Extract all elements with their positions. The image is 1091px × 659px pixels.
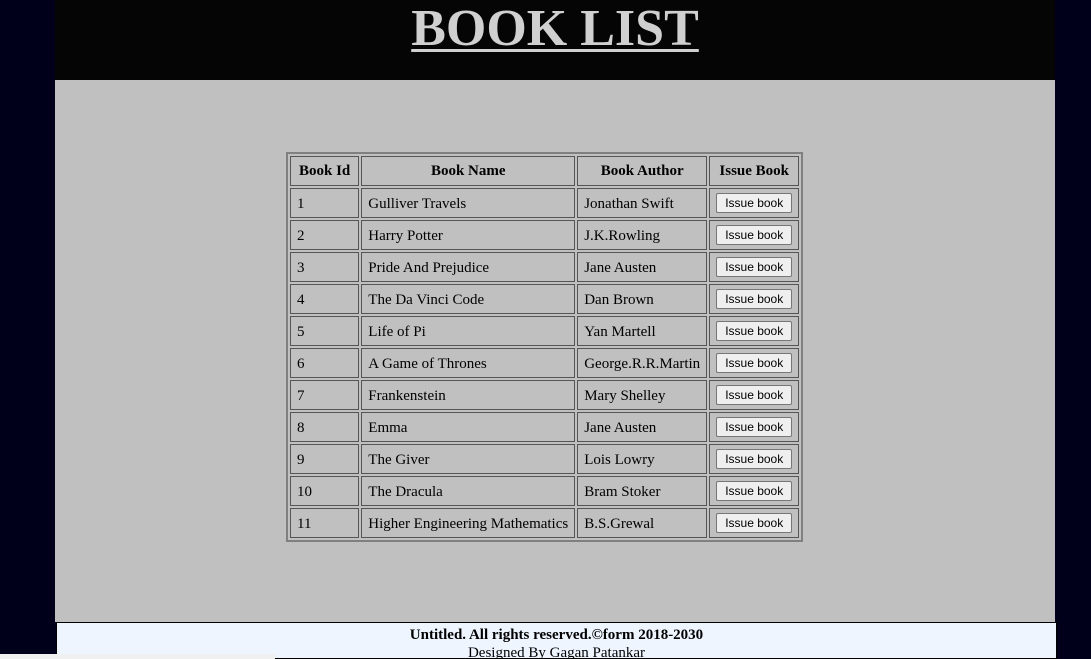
table-row: 2 Harry Potter J.K.Rowling Issue book xyxy=(290,220,800,250)
table-row: 5 Life of Pi Yan Martell Issue book xyxy=(290,316,800,346)
table-header-row: Book Id Book Name Book Author Issue Book xyxy=(290,156,800,186)
book-id-cell: 9 xyxy=(290,444,360,474)
table-row: 11 Higher Engineering Mathematics B.S.Gr… xyxy=(290,508,800,538)
book-author-cell: Mary Shelley xyxy=(577,380,708,410)
main-content: Book Id Book Name Book Author Issue Book… xyxy=(55,80,1055,622)
issue-book-cell: Issue book xyxy=(709,220,800,250)
issue-book-button[interactable]: Issue book xyxy=(716,321,793,341)
book-id-cell: 1 xyxy=(290,188,360,218)
issue-book-cell: Issue book xyxy=(709,444,800,474)
book-author-cell: Lois Lowry xyxy=(577,444,708,474)
book-id-cell: 7 xyxy=(290,380,360,410)
book-id-cell: 8 xyxy=(290,412,360,442)
book-name-cell: The Giver xyxy=(361,444,576,474)
page-title: BOOK LIST xyxy=(411,0,699,57)
issue-book-cell: Issue book xyxy=(709,508,800,538)
book-id-cell: 5 xyxy=(290,316,360,346)
book-name-cell: The Da Vinci Code xyxy=(361,284,576,314)
book-author-cell: Jane Austen xyxy=(577,412,708,442)
book-name-cell: Pride And Prejudice xyxy=(361,252,576,282)
book-name-cell: Gulliver Travels xyxy=(361,188,576,218)
bottom-scrollbar[interactable] xyxy=(0,654,275,659)
issue-book-button[interactable]: Issue book xyxy=(716,289,793,309)
column-header-issue-book: Issue Book xyxy=(709,156,800,186)
issue-book-cell: Issue book xyxy=(709,412,800,442)
book-name-cell: Higher Engineering Mathematics xyxy=(361,508,576,538)
book-name-cell: Life of Pi xyxy=(361,316,576,346)
table-row: 3 Pride And Prejudice Jane Austen Issue … xyxy=(290,252,800,282)
book-author-cell: Bram Stoker xyxy=(577,476,708,506)
book-author-cell: Jonathan Swift xyxy=(577,188,708,218)
column-header-book-id: Book Id xyxy=(290,156,360,186)
header: BOOK LIST xyxy=(55,0,1055,80)
issue-book-button[interactable]: Issue book xyxy=(716,353,793,373)
issue-book-cell: Issue book xyxy=(709,284,800,314)
book-name-cell: Harry Potter xyxy=(361,220,576,250)
table-row: 8 Emma Jane Austen Issue book xyxy=(290,412,800,442)
book-id-cell: 6 xyxy=(290,348,360,378)
book-id-cell: 3 xyxy=(290,252,360,282)
table-row: 1 Gulliver Travels Jonathan Swift Issue … xyxy=(290,188,800,218)
book-id-cell: 4 xyxy=(290,284,360,314)
table-row: 7 Frankenstein Mary Shelley Issue book xyxy=(290,380,800,410)
issue-book-cell: Issue book xyxy=(709,348,800,378)
issue-book-button[interactable]: Issue book xyxy=(716,417,793,437)
book-author-cell: Jane Austen xyxy=(577,252,708,282)
book-author-cell: George.R.R.Martin xyxy=(577,348,708,378)
book-id-cell: 2 xyxy=(290,220,360,250)
book-author-cell: B.S.Grewal xyxy=(577,508,708,538)
issue-book-button[interactable]: Issue book xyxy=(716,193,793,213)
table-row: 6 A Game of Thrones George.R.R.Martin Is… xyxy=(290,348,800,378)
table-row: 10 The Dracula Bram Stoker Issue book xyxy=(290,476,800,506)
book-table: Book Id Book Name Book Author Issue Book… xyxy=(286,152,804,542)
book-name-cell: A Game of Thrones xyxy=(361,348,576,378)
issue-book-button[interactable]: Issue book xyxy=(716,385,793,405)
issue-book-cell: Issue book xyxy=(709,188,800,218)
book-name-cell: Frankenstein xyxy=(361,380,576,410)
book-author-cell: Yan Martell xyxy=(577,316,708,346)
issue-book-button[interactable]: Issue book xyxy=(716,481,793,501)
page: BOOK LIST Book Id Book Name Book Author … xyxy=(55,0,1057,659)
issue-book-cell: Issue book xyxy=(709,476,800,506)
issue-book-cell: Issue book xyxy=(709,380,800,410)
table-row: 9 The Giver Lois Lowry Issue book xyxy=(290,444,800,474)
book-id-cell: 10 xyxy=(290,476,360,506)
issue-book-button[interactable]: Issue book xyxy=(716,225,793,245)
book-id-cell: 11 xyxy=(290,508,360,538)
issue-book-button[interactable]: Issue book xyxy=(716,257,793,277)
book-author-cell: J.K.Rowling xyxy=(577,220,708,250)
footer-copyright: Untitled. All rights reserved.©form 2018… xyxy=(409,627,704,643)
issue-book-button[interactable]: Issue book xyxy=(716,513,793,533)
issue-book-cell: Issue book xyxy=(709,252,800,282)
column-header-book-name: Book Name xyxy=(361,156,576,186)
table-row: 4 The Da Vinci Code Dan Brown Issue book xyxy=(290,284,800,314)
issue-book-cell: Issue book xyxy=(709,316,800,346)
book-author-cell: Dan Brown xyxy=(577,284,708,314)
book-name-cell: The Dracula xyxy=(361,476,576,506)
issue-book-button[interactable]: Issue book xyxy=(716,449,793,469)
book-name-cell: Emma xyxy=(361,412,576,442)
column-header-book-author: Book Author xyxy=(577,156,708,186)
